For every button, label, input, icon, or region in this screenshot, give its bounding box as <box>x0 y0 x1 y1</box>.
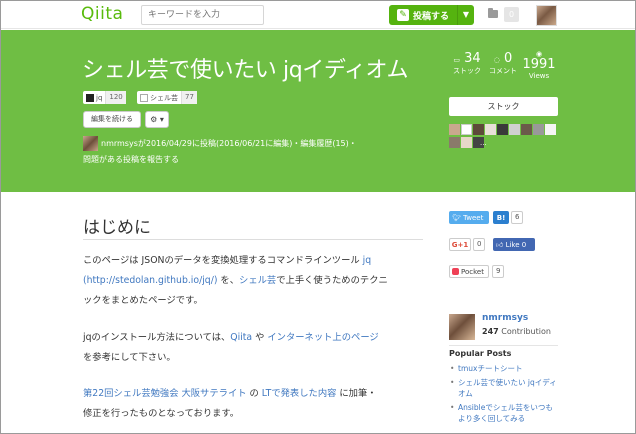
stocker-avatar[interactable] <box>461 137 472 148</box>
stocker-avatar[interactable] <box>461 124 472 135</box>
contribution-label: Contribution <box>498 327 551 336</box>
views-stat: ◉ 1991 Views <box>519 50 559 81</box>
text: このページは JSONのデータを変換処理するコマンドラインツール <box>83 255 363 266</box>
folder-icon: ▭ <box>453 56 460 64</box>
gplus-button[interactable]: G+1 <box>449 238 471 251</box>
text: に加筆・ <box>336 388 377 399</box>
tag-shellgei[interactable]: シェル芸 77 <box>137 91 197 104</box>
text: jqのインストール方法については、 <box>83 332 231 343</box>
qiita-logo[interactable]: Qiita <box>81 4 123 24</box>
contribution: 247 Contribution <box>482 327 551 336</box>
text: で上手く使うためのテクニ <box>276 275 388 286</box>
text: ックをまとめたページです。 <box>83 295 203 306</box>
stocker-avatars <box>449 124 559 150</box>
stock-stat: ▭ 34 ストック <box>449 52 485 76</box>
user-avatar[interactable] <box>536 5 557 26</box>
sidebar-divider <box>449 345 558 346</box>
pencil-icon: ✎ <box>397 9 409 21</box>
pocket-label: Pocket <box>461 267 484 276</box>
study-session-link[interactable]: 第22回シェル芸勉強会 大阪サテライト <box>83 388 247 399</box>
popular-post-link[interactable]: シェル芸で使いたい jqイディオム <box>449 377 559 399</box>
top-nav: Qiita ✎ 投稿する ▼ 0 <box>1 1 635 29</box>
stocker-avatar[interactable] <box>485 124 496 135</box>
report-link[interactable]: 問題がある投稿を報告する <box>83 154 179 165</box>
stock-label: ストック <box>453 67 481 75</box>
comment-count: 0 <box>503 51 513 66</box>
pocket-button[interactable]: Pocket <box>449 265 489 278</box>
popular-posts-list: tmuxチートシート シェル芸で使いたい jqイディオム Ansibleでシェル… <box>449 363 559 425</box>
search-input[interactable] <box>141 5 264 25</box>
facebook-like-button[interactable]: 👍︎ Like 0 <box>493 238 535 251</box>
stocker-avatar[interactable] <box>449 137 460 148</box>
stocker-avatar[interactable] <box>521 124 532 135</box>
hatena-count: 6 <box>511 211 524 224</box>
stocker-avatar[interactable] <box>449 124 460 135</box>
twitter-icon: 🐦︎ <box>452 213 461 222</box>
sidebar-author-name[interactable]: nmrmsys <box>482 313 528 323</box>
post-dropdown-caret[interactable]: ▼ <box>457 5 474 25</box>
tag-count: 77 <box>181 91 197 104</box>
notification-badge[interactable]: 0 <box>504 7 519 22</box>
section-heading: はじめに <box>83 218 151 238</box>
pocket-icon <box>452 268 459 275</box>
popular-posts-title: Popular Posts <box>449 349 512 358</box>
heading-divider <box>83 239 423 240</box>
post-button[interactable]: ✎ 投稿する ▼ <box>389 5 474 25</box>
paragraph-1: このページは JSONのデータを変換処理するコマンドラインツール jq (htt… <box>83 251 388 311</box>
stocker-avatar[interactable] <box>473 124 484 135</box>
text: を、 <box>217 275 240 286</box>
gear-menu-button[interactable]: ⚙ ▾ <box>145 111 169 128</box>
pocket-count: 9 <box>492 265 505 278</box>
thumbs-up-icon: 👍︎ <box>496 241 504 249</box>
stocker-avatar[interactable] <box>545 124 556 135</box>
shellgei-tag-icon <box>140 93 148 102</box>
popular-post-link[interactable]: tmuxチートシート <box>449 363 559 374</box>
stock-button[interactable]: ストック <box>449 97 558 116</box>
text: や <box>252 332 268 343</box>
views-label: Views <box>528 72 550 80</box>
tweet-button[interactable]: 🐦︎ Tweet <box>449 211 489 224</box>
tag-name: シェル芸 <box>150 93 178 102</box>
paragraph-3: 第22回シェル芸勉強会 大阪サテライト の LTで発表した内容 に加筆・ 修正を… <box>83 384 377 424</box>
jq-url-link[interactable]: (http://stedolan.github.io/jq/) <box>83 275 217 286</box>
internet-page-link[interactable]: インターネット上のページ <box>267 332 378 343</box>
author-avatar[interactable] <box>83 136 98 151</box>
tweet-label: Tweet <box>463 213 484 222</box>
sidebar-author-avatar[interactable] <box>449 314 475 340</box>
paragraph-2: jqのインストール方法については、Qiita や インターネット上のページ を参… <box>83 328 379 368</box>
comment-icon: ◌ <box>493 56 500 64</box>
post-meta[interactable]: nmrmsysが2016/04/29に投稿(2016/06/21に編集)・編集履… <box>101 138 357 149</box>
more-stockers[interactable]: ... <box>480 139 487 147</box>
folder-icon[interactable] <box>488 8 498 18</box>
gplus-count: 0 <box>473 238 486 251</box>
comment-stat: ◌ 0 コメント <box>485 52 521 76</box>
lt-link[interactable]: LTで発表した内容 <box>262 388 337 399</box>
continue-edit-button[interactable]: 編集を続ける <box>83 111 141 128</box>
contribution-count: 247 <box>482 327 499 336</box>
qiita-link[interactable]: Qiita <box>230 332 252 343</box>
text: を参考にして下さい。 <box>83 352 176 363</box>
tag-count: 120 <box>105 91 126 104</box>
popular-post-link[interactable]: Ansibleでシェル芸をいつもより多く回してみる <box>449 402 559 424</box>
jq-tag-icon <box>86 93 94 102</box>
shellgei-link[interactable]: シェル芸 <box>239 275 276 286</box>
stock-count: 34 <box>464 51 481 66</box>
fb-like-label: Like 0 <box>505 240 527 249</box>
tag-name: jq <box>96 93 103 102</box>
text: の <box>246 388 262 399</box>
comment-label: コメント <box>489 67 517 75</box>
article-title: シェル芸で使いたい jqイディオム <box>82 58 409 83</box>
views-count: 1991 <box>522 57 556 72</box>
hatena-bookmark-button[interactable]: B! <box>493 211 509 224</box>
post-button-label: 投稿する <box>413 11 450 22</box>
article-header: シェル芸で使いたい jqイディオム jq 120 シェル芸 77 編集を続ける … <box>1 30 635 192</box>
tag-jq[interactable]: jq 120 <box>83 91 126 104</box>
stocker-avatar[interactable] <box>533 124 544 135</box>
jq-link[interactable]: jq <box>363 255 371 266</box>
text: 修正を行ったものとなっております。 <box>83 408 240 419</box>
stocker-avatar[interactable] <box>497 124 508 135</box>
stocker-avatar[interactable] <box>509 124 520 135</box>
